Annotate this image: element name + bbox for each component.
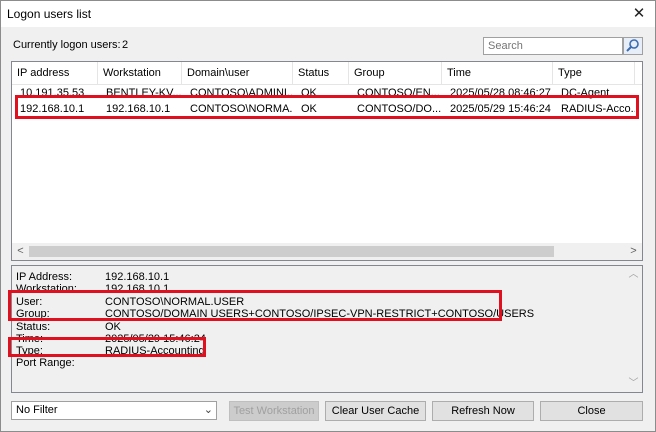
scroll-left-icon[interactable]: < xyxy=(12,243,29,260)
scroll-right-icon[interactable]: > xyxy=(625,243,642,260)
column-header-domain-user[interactable]: Domain\user xyxy=(182,62,293,84)
title-bar: Logon users list ✕ xyxy=(1,1,655,27)
close-button[interactable]: Close xyxy=(540,401,643,421)
chevron-down-icon: ⌄ xyxy=(203,404,213,416)
cell-ip: 192.168.10.1 xyxy=(20,103,85,115)
horizontal-scrollbar[interactable]: < > xyxy=(12,243,642,260)
scrollbar-thumb[interactable] xyxy=(29,246,554,257)
logon-count-label: Currently logon users: xyxy=(13,39,121,51)
search-button[interactable] xyxy=(623,37,643,55)
cell-workstation: BENTLEY-KV... xyxy=(106,87,182,99)
detail-label-port-range: Port Range: xyxy=(16,357,75,369)
clear-user-cache-button[interactable]: Clear User Cache xyxy=(325,401,426,421)
detail-value-group: CONTOSO/DOMAIN USERS+CONTOSO/IPSEC-VPN-R… xyxy=(105,308,535,320)
cell-domain-user: CONTOSO\NORMA... xyxy=(190,103,293,115)
cell-type: DC-Agent xyxy=(561,87,610,99)
table-row[interactable]: 10.191.35.53 BENTLEY-KV... CONTOSO\ADMIN… xyxy=(12,85,642,101)
table-header: IP address Workstation Domain\user Statu… xyxy=(12,62,642,85)
vertical-scrollbar[interactable]: ︿ ﹀ xyxy=(625,266,642,392)
cell-group: CONTOSO/DO... xyxy=(357,103,442,115)
close-window-icon[interactable]: ✕ xyxy=(629,4,649,24)
cell-group: CONTOSO/EN... xyxy=(357,87,440,99)
test-workstation-button[interactable]: Test Workstation xyxy=(229,401,319,421)
cell-status: OK xyxy=(301,103,317,115)
table-row-selected[interactable]: 192.168.10.1 192.168.10.1 CONTOSO\NORMA.… xyxy=(12,101,642,117)
column-header-workstation[interactable]: Workstation xyxy=(98,62,182,84)
details-panel: IP Address: 192.168.10.1 Workstation: 19… xyxy=(11,265,643,393)
cell-time: 2025/05/28 08:46:27 xyxy=(450,87,551,99)
logon-count-value: 2 xyxy=(122,39,129,51)
detail-label-workstation: Workstation: xyxy=(16,283,77,295)
detail-value-type: RADIUS-Accounting xyxy=(105,345,205,357)
column-header-ip[interactable]: IP address xyxy=(12,62,98,84)
column-header-group[interactable]: Group xyxy=(349,62,442,84)
scroll-down-icon[interactable]: ﹀ xyxy=(625,375,642,392)
cell-ip: 10.191.35.53 xyxy=(20,87,85,99)
logon-users-dialog: Logon users list ✕ Currently logon users… xyxy=(0,0,656,432)
column-header-time[interactable]: Time xyxy=(442,62,553,84)
column-header-type[interactable]: Type xyxy=(553,62,635,84)
filter-selected-value: No Filter xyxy=(16,404,58,416)
cell-domain-user: CONTOSO\ADMINI... xyxy=(190,87,293,99)
search-icon xyxy=(626,39,639,52)
column-header-status[interactable]: Status xyxy=(293,62,349,84)
cell-time: 2025/05/29 15:46:24 xyxy=(450,103,551,115)
scroll-up-icon[interactable]: ︿ xyxy=(625,266,642,283)
cell-type: RADIUS-Acco... xyxy=(561,103,635,115)
search-input[interactable] xyxy=(483,37,623,55)
cell-status: OK xyxy=(301,87,317,99)
filter-dropdown[interactable]: No Filter ⌄ xyxy=(11,401,217,420)
detail-label-group: Group: xyxy=(16,308,50,320)
logon-users-table[interactable]: IP address Workstation Domain\user Statu… xyxy=(11,61,643,261)
detail-value-workstation: 192.168.10.1 xyxy=(105,283,170,295)
refresh-now-button[interactable]: Refresh Now xyxy=(432,401,534,421)
window-title: Logon users list xyxy=(7,7,92,21)
cell-workstation: 192.168.10.1 xyxy=(106,103,171,115)
